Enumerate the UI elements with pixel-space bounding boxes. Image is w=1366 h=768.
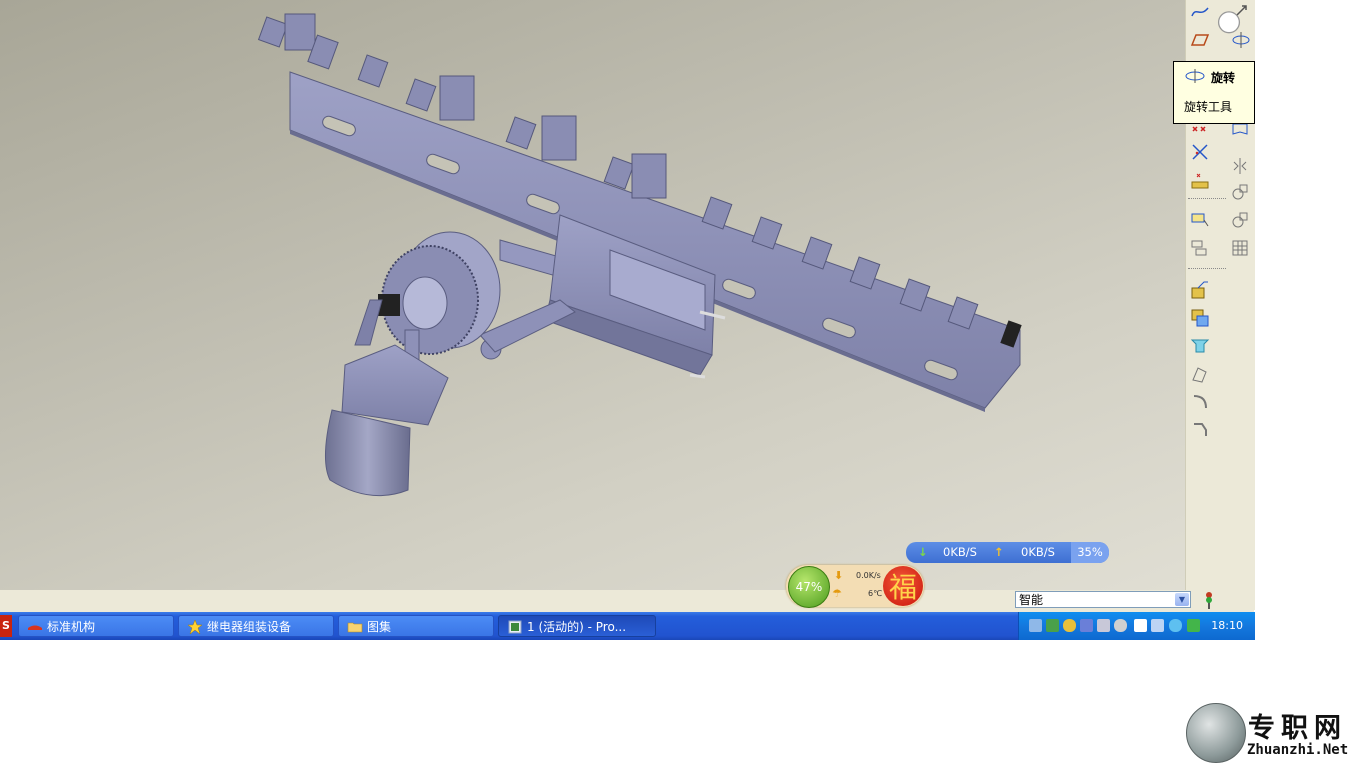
shell-icon[interactable] xyxy=(1228,208,1252,232)
layers-icon[interactable] xyxy=(1188,236,1212,260)
axis-cross-icon[interactable] xyxy=(1188,140,1212,164)
watermark-cn: 专职网 xyxy=(1248,713,1347,744)
ball-temperature: 6℃ xyxy=(868,589,883,598)
upload-speed: 0KB/S xyxy=(1021,545,1055,559)
disconnected-network-icon[interactable] xyxy=(1097,619,1110,632)
shield-icon[interactable] xyxy=(1063,619,1076,632)
gear-assembly xyxy=(354,231,501,361)
motor xyxy=(324,344,449,497)
extrude-icon[interactable] xyxy=(1188,278,1212,302)
weather-icon: ☂ xyxy=(832,587,842,600)
filter-select[interactable]: 智能 ▼ xyxy=(1015,591,1191,608)
taskbar-button-proe-window[interactable]: 1 (活动的) - Pro... xyxy=(498,615,656,637)
star-icon xyxy=(187,619,203,635)
download-speed: 0KB/S xyxy=(943,545,977,559)
proe-window-icon xyxy=(508,620,522,634)
chevron-down-icon[interactable]: ▼ xyxy=(1175,593,1189,606)
download-arrow-icon: ⬇ xyxy=(834,569,844,582)
start-button[interactable]: S xyxy=(0,615,12,637)
list-icon[interactable] xyxy=(1134,619,1147,632)
grid-icon[interactable] xyxy=(1228,236,1252,260)
rotate-tooltip: 旋转 旋转工具 xyxy=(1173,61,1255,124)
select-box-icon[interactable] xyxy=(1188,208,1212,232)
coord-icon[interactable] xyxy=(1188,168,1212,192)
pattern-icon[interactable] xyxy=(1228,180,1252,204)
taskbar-button-relay-assembly[interactable]: 继电器组装设备 xyxy=(178,615,334,637)
copy-feature-icon[interactable] xyxy=(1188,306,1212,330)
network-icon[interactable] xyxy=(1046,619,1059,632)
chamfer-icon[interactable] xyxy=(1188,418,1212,442)
regen-status-icon[interactable] xyxy=(1203,591,1215,609)
taskbar-button-label: 继电器组装设备 xyxy=(207,620,292,634)
revolve-icon[interactable] xyxy=(1188,362,1212,386)
plane-icon[interactable] xyxy=(1188,28,1212,52)
usb-icon[interactable] xyxy=(1029,619,1042,632)
network-speed-widget[interactable]: ↓ 0KB/S ↑ 0KB/S 35% xyxy=(906,542,1109,563)
taskbar: S 标准机构 继电器组装设备 图集 1 (活动的) - Pro... 18:10 xyxy=(0,612,1255,640)
monitor-icon[interactable] xyxy=(1151,619,1164,632)
watermark-en: Zhuanzhi.Net xyxy=(1247,742,1349,758)
taskbar-button-standard-mechanism[interactable]: 标准机构 xyxy=(18,615,174,637)
upload-arrow-icon: ↑ xyxy=(994,545,1004,559)
clock[interactable]: 18:10 xyxy=(1211,619,1243,632)
model-viewport[interactable] xyxy=(0,0,1185,590)
antivirus-icon[interactable] xyxy=(1080,619,1093,632)
taskbar-button-atlas[interactable]: 图集 xyxy=(338,615,494,637)
folder-red-icon xyxy=(28,625,42,630)
globe-logo-icon xyxy=(1186,703,1246,763)
volume-icon[interactable] xyxy=(1114,619,1127,632)
net-percent: 35% xyxy=(1071,542,1109,563)
watermark-logo: 专职网 Zhuanzhi.Net xyxy=(1184,702,1360,764)
folder-icon xyxy=(347,622,363,633)
tooltip-title: 旋转 xyxy=(1211,71,1236,85)
ball-speed: 0.0K/s xyxy=(856,571,881,580)
hole-icon[interactable] xyxy=(1188,334,1212,358)
taskbar-button-label: 标准机构 xyxy=(47,620,96,634)
system-tray: 18:10 xyxy=(1018,612,1255,640)
taskbar-button-label: 1 (活动的) - Pro... xyxy=(527,620,627,634)
security-shield-icon[interactable] xyxy=(1169,619,1182,632)
round-icon[interactable] xyxy=(1188,390,1212,414)
taskbar-button-label: 图集 xyxy=(367,620,392,634)
rotate-icon xyxy=(1185,69,1205,83)
filter-select-value: 智能 xyxy=(1019,593,1044,607)
rotate-icon[interactable] xyxy=(1229,28,1253,52)
tooltip-description: 旋转工具 xyxy=(1184,100,1233,114)
download-arrow-icon: ↓ xyxy=(918,545,928,559)
memory-percent[interactable]: 47% xyxy=(788,566,830,608)
green-shield-icon[interactable] xyxy=(1187,619,1200,632)
mirror-icon[interactable] xyxy=(1228,154,1252,178)
sketch-icon[interactable] xyxy=(1188,0,1212,24)
cad-assembly-model[interactable] xyxy=(0,0,1185,590)
fu-badge[interactable]: 福 xyxy=(883,566,923,606)
accelerator-ball-widget[interactable]: 47% ⬇ 0.0K/s ☂ 6℃ 福 xyxy=(786,565,924,608)
